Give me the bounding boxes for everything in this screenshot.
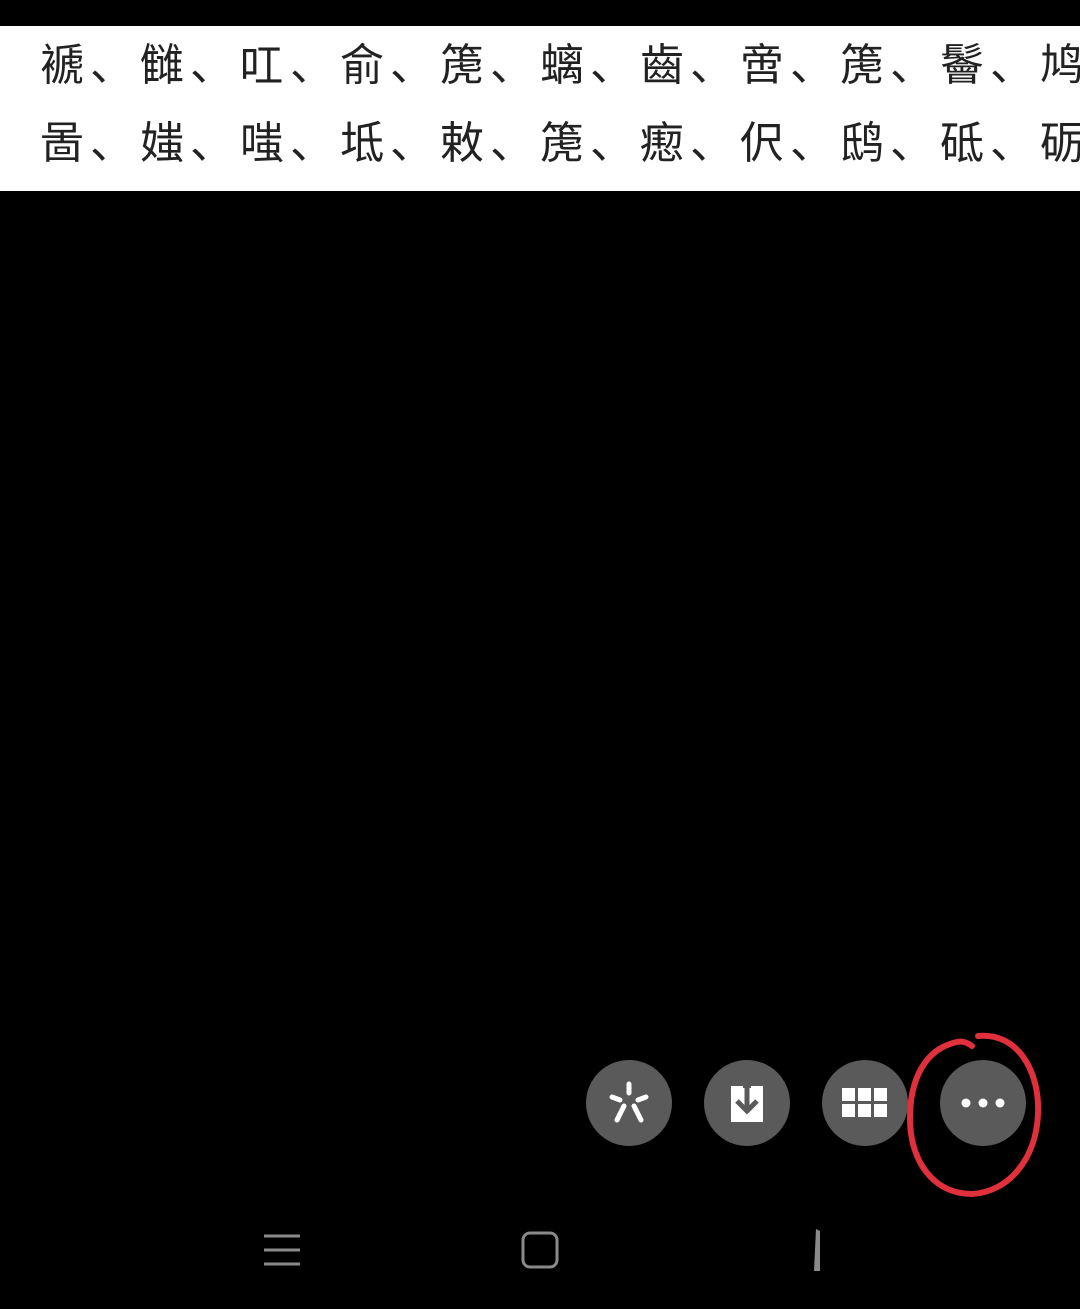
- document-image-panel: 褫、雠、叿、俞、箎、螭、齒、啻、箎、鬠、鸠、 啚、媸、嗤、坻、敕、箎、瘛、伬、鸱…: [0, 26, 1080, 191]
- recent-apps-icon: [264, 1234, 300, 1266]
- sparkle-button[interactable]: [586, 1060, 672, 1146]
- system-navigation-bar: [0, 1200, 1080, 1309]
- save-button[interactable]: [704, 1060, 790, 1146]
- more-button[interactable]: [940, 1060, 1026, 1146]
- back-icon: [814, 1229, 820, 1271]
- back-button[interactable]: [780, 1220, 840, 1280]
- sparkle-icon: [609, 1081, 649, 1123]
- grid-icon: [842, 1088, 887, 1117]
- character-list-line: 啚、媸、嗤、坻、敕、箎、瘛、伬、鸱、砥、砺、: [40, 118, 1080, 169]
- home-icon: [521, 1231, 559, 1269]
- home-button[interactable]: [510, 1220, 570, 1280]
- image-action-toolbar: [586, 1060, 1026, 1146]
- recent-apps-button[interactable]: [252, 1220, 312, 1280]
- more-icon: [961, 1098, 1005, 1108]
- grid-button[interactable]: [822, 1060, 908, 1146]
- download-icon: [731, 1080, 763, 1122]
- status-bar-area: [0, 0, 1080, 26]
- character-list-line: 褫、雠、叿、俞、箎、螭、齒、啻、箎、鬠、鸠、: [40, 40, 1080, 91]
